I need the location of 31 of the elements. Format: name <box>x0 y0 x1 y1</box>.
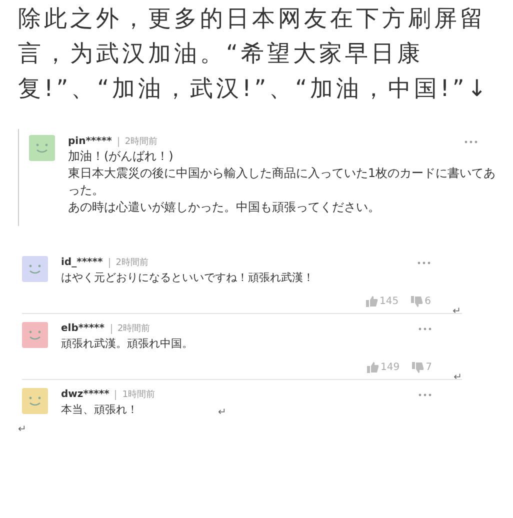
more-icon[interactable] <box>418 326 432 330</box>
return-mark: ↵ <box>454 372 462 383</box>
like-count: 149 <box>380 362 400 373</box>
timestamp: 2時間前 <box>118 322 150 335</box>
like-count: 145 <box>380 296 399 307</box>
dislike-count: 6 <box>424 296 431 307</box>
return-mark: ↵ <box>452 306 461 317</box>
thumbs-up-icon[interactable] <box>366 362 379 373</box>
username[interactable]: dwz***** <box>61 389 110 400</box>
article-paragraph: 除此之外，更多的日本网友在下方刷屏留言，为武汉加油。“希望大家早日康复!”、“加油，武汉!”、“加油，中国!”↓ <box>17 5 491 104</box>
comment-text: 頑張れ武漢。頑張れ中国。 <box>61 336 193 352</box>
timestamp: 1時間前 <box>122 388 156 401</box>
thumbs-up-icon[interactable] <box>366 296 378 307</box>
username[interactable]: elb***** <box>61 323 105 334</box>
return-mark: ↵ <box>218 407 226 418</box>
more-icon[interactable] <box>417 260 431 264</box>
timestamp: 2時間前 <box>124 136 158 148</box>
dislike-count: 7 <box>426 362 432 373</box>
timestamp: 2時間前 <box>116 256 148 269</box>
comment-text: はやく元どおりになるといいですね！頑張れ武漢！ <box>61 270 314 286</box>
username[interactable]: pin***** <box>68 136 112 147</box>
username[interactable]: id_***** <box>61 257 103 268</box>
return-mark: ↵ <box>18 424 26 435</box>
comment-text: 本当、頑張れ！ <box>61 402 138 418</box>
comment-text: 加油！(がんばれ！) <box>68 148 174 165</box>
thumbs-down-icon[interactable] <box>412 362 424 373</box>
comment-text: 東日本大震災の後に中国から輸入した商品に入っていた1枚のカードに書いてあった。 <box>68 165 497 199</box>
more-icon[interactable] <box>464 140 478 144</box>
comment-text: あの時は心遣いが嬉しかった。中国も頑張ってください。 <box>68 199 381 216</box>
more-icon[interactable] <box>418 392 432 396</box>
thumbs-down-icon[interactable] <box>410 296 423 307</box>
